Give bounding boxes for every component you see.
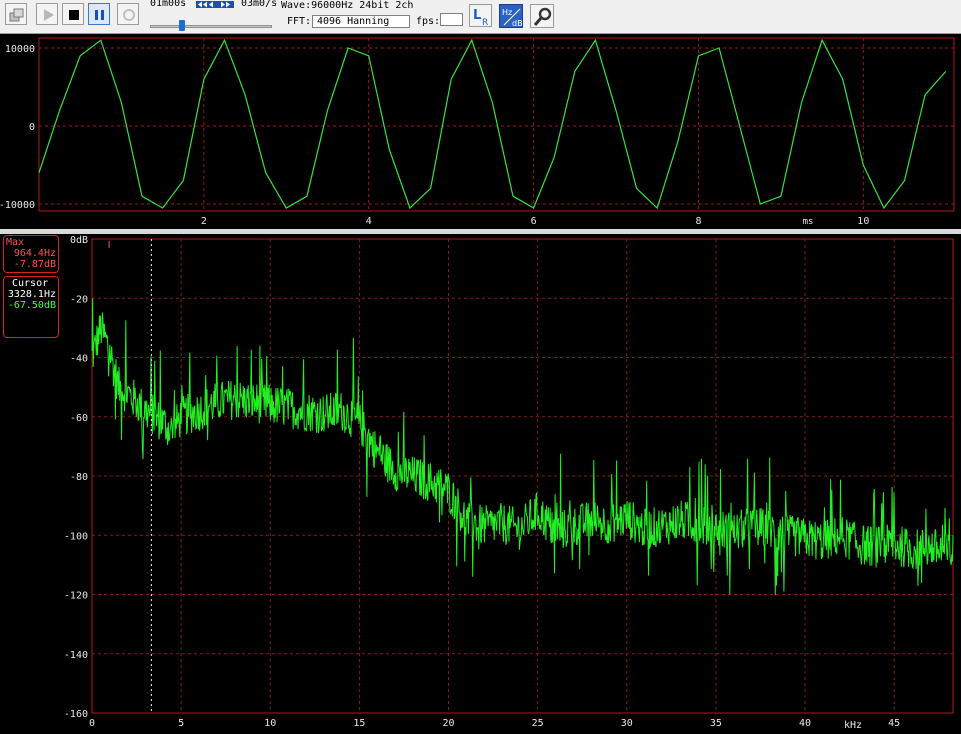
svg-text:L: L (473, 8, 481, 23)
waveform-x-tick: 10 (857, 216, 869, 227)
position-slider-track[interactable] (150, 25, 272, 28)
play-button[interactable] (36, 3, 58, 25)
pause-button[interactable] (88, 3, 110, 25)
waveform-chart[interactable]: 10000 0 -10000 2 4 6 8 10 ms (0, 34, 961, 229)
waveform-x-tick: 6 (531, 216, 537, 227)
elapsed-time: 01m00s (150, 0, 187, 9)
fft-size-field[interactable]: 4096 Hanning (312, 15, 410, 28)
spectrum-y-tick: -140 (64, 650, 88, 661)
max-level: -7.87dB (13, 259, 56, 270)
seek-arrows-icon (196, 1, 234, 8)
lr-channel-button[interactable]: LR (469, 4, 492, 28)
stop-button[interactable] (62, 3, 84, 25)
spectrum-x-tick: 15 (353, 718, 365, 729)
cursor-frequency: 3328.1Hz (7, 289, 56, 300)
waveform-y-tick: 0 (29, 122, 35, 133)
seek-arrows[interactable] (196, 0, 234, 8)
spectrum-y-tick: -20 (70, 294, 88, 305)
spectrum-x-tick: 30 (621, 718, 633, 729)
speed-readout: 03m0/s (241, 0, 278, 9)
cursor-title: Cursor (12, 278, 49, 289)
waveform-x-tick: 2 (201, 216, 207, 227)
cursor-level: -67.50dB (7, 300, 56, 311)
spectrum-x-tick: 40 (799, 718, 811, 729)
hz-db-button[interactable]: Hz dB (499, 4, 523, 28)
spectrum-x-tick: 35 (710, 718, 722, 729)
svg-text:R: R (482, 18, 488, 28)
max-title: Max (6, 237, 25, 248)
loop-button[interactable] (117, 3, 139, 25)
fps-label: fps: (416, 16, 441, 27)
spectrum-y-tick: -40 (70, 354, 88, 365)
fps-field[interactable] (440, 13, 463, 26)
spectrum-y-tick: 0dB (70, 235, 88, 246)
spectrum-chart[interactable]: 0dB -20 -40 -60 -80 -100 -120 -140 -1600 5 10 15 20 2… (0, 234, 961, 734)
waveform-x-unit: ms (803, 217, 814, 227)
fft-label: FFT: (287, 16, 312, 27)
toolbar: 01m00s 03m0/s Wave:96000Hz 24bit 2ch FFT… (0, 0, 961, 34)
waveform-x-tick: 8 (695, 216, 701, 227)
max-frequency: 964.4Hz (13, 248, 56, 259)
waveform-x-tick: 4 (366, 216, 372, 227)
spectrum-y-tick: -120 (64, 591, 88, 602)
spectrum-y-tick: -100 (64, 531, 88, 542)
spectrum-frame (91, 238, 954, 714)
settings-button[interactable] (530, 4, 554, 28)
position-slider-thumb[interactable] (179, 20, 185, 31)
spectrum-x-unit: kHz (844, 720, 862, 731)
waveform-y-tick: 10000 (5, 44, 35, 55)
spectrum-x-tick: 45 (888, 718, 900, 729)
spectrum-x-tick: 5 (178, 718, 184, 729)
spectrum-y-tick: -160 (64, 709, 88, 720)
spectrum-y-tick: -60 (70, 413, 88, 424)
svg-text:Hz: Hz (502, 8, 512, 17)
spectrum-x-tick: 25 (532, 718, 544, 729)
waveform-y-tick: -10000 (0, 200, 35, 211)
wave-format-info: Wave:96000Hz 24bit 2ch (281, 0, 414, 11)
waveform-frame (38, 37, 955, 212)
svg-text:dB: dB (512, 19, 523, 28)
max-info-box: Max 964.4Hz -7.87dB (3, 235, 59, 273)
spectrum-x-tick: 10 (264, 718, 276, 729)
spectrum-y-tick: -80 (70, 472, 88, 483)
spectrum-x-tick: 0 (89, 718, 95, 729)
record-button[interactable] (5, 3, 27, 25)
spectrum-x-tick: 20 (442, 718, 454, 729)
cursor-info-box: Cursor 3328.1Hz -67.50dB (3, 276, 59, 338)
